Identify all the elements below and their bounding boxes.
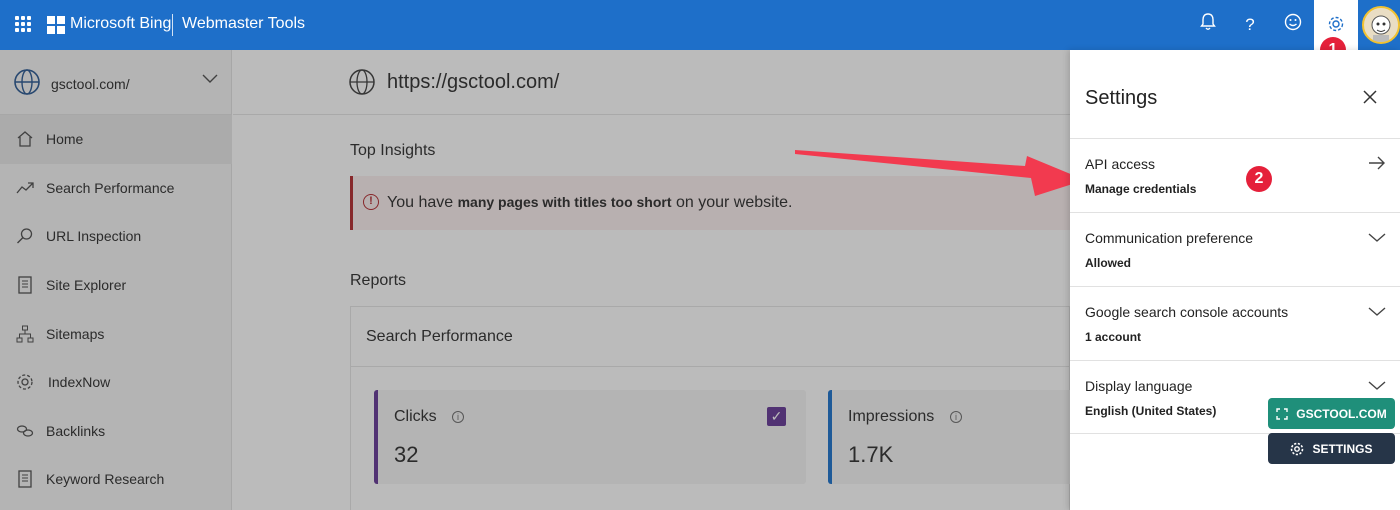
gsctool-label: GSCTOOL.COM: [1296, 406, 1387, 421]
row-title: API access: [1085, 156, 1156, 172]
product-name[interactable]: Webmaster Tools: [182, 15, 305, 33]
row-subtitle: Allowed: [1085, 256, 1132, 270]
arrow-right-icon: [1369, 156, 1385, 170]
bell-icon[interactable]: [1196, 13, 1220, 37]
avatar[interactable]: [1362, 6, 1400, 44]
app-launcher-icon[interactable]: [15, 16, 31, 32]
gear-icon: [1291, 442, 1304, 455]
annotation-badge-2: 2: [1246, 166, 1272, 192]
row-title: Display language: [1085, 378, 1193, 394]
gear-icon: [1328, 16, 1344, 32]
row-subtitle: English (United States): [1085, 404, 1217, 418]
settings-label: SETTINGS: [1312, 441, 1373, 456]
row-title: Communication preference: [1085, 230, 1254, 246]
modal-backdrop[interactable]: [0, 50, 1070, 510]
help-icon[interactable]: ?: [1238, 13, 1262, 37]
feedback-smiley-icon[interactable]: [1281, 13, 1305, 37]
close-icon[interactable]: [1362, 89, 1378, 105]
row-subtitle: 1 account: [1085, 330, 1142, 344]
brand-divider: [172, 14, 173, 36]
microsoft-logo-icon: [47, 16, 65, 34]
annotation-arrow: [795, 150, 1085, 196]
row-subtitle: Manage credentials: [1085, 182, 1197, 196]
chevron-down-icon: [1368, 381, 1386, 390]
chevron-down-icon: [1368, 307, 1386, 316]
top-header: Microsoft Bing Webmaster Tools ?: [0, 0, 1400, 50]
brand-name[interactable]: Microsoft Bing: [70, 15, 171, 33]
settings-row-gsc-accounts[interactable]: Google search console accounts 1 account: [1070, 286, 1400, 360]
chevron-down-icon: [1368, 233, 1386, 242]
row-title: Google search console accounts: [1085, 304, 1289, 320]
settings-row-api-access[interactable]: API access Manage credentials 2: [1070, 138, 1400, 212]
panel-title: Settings: [1085, 87, 1158, 109]
settings-row-communication[interactable]: Communication preference Allowed: [1070, 212, 1400, 286]
expand-icon: [1276, 407, 1288, 420]
settings-badge: SETTINGS: [1268, 433, 1395, 464]
gsctool-badge: GSCTOOL.COM: [1268, 398, 1395, 429]
